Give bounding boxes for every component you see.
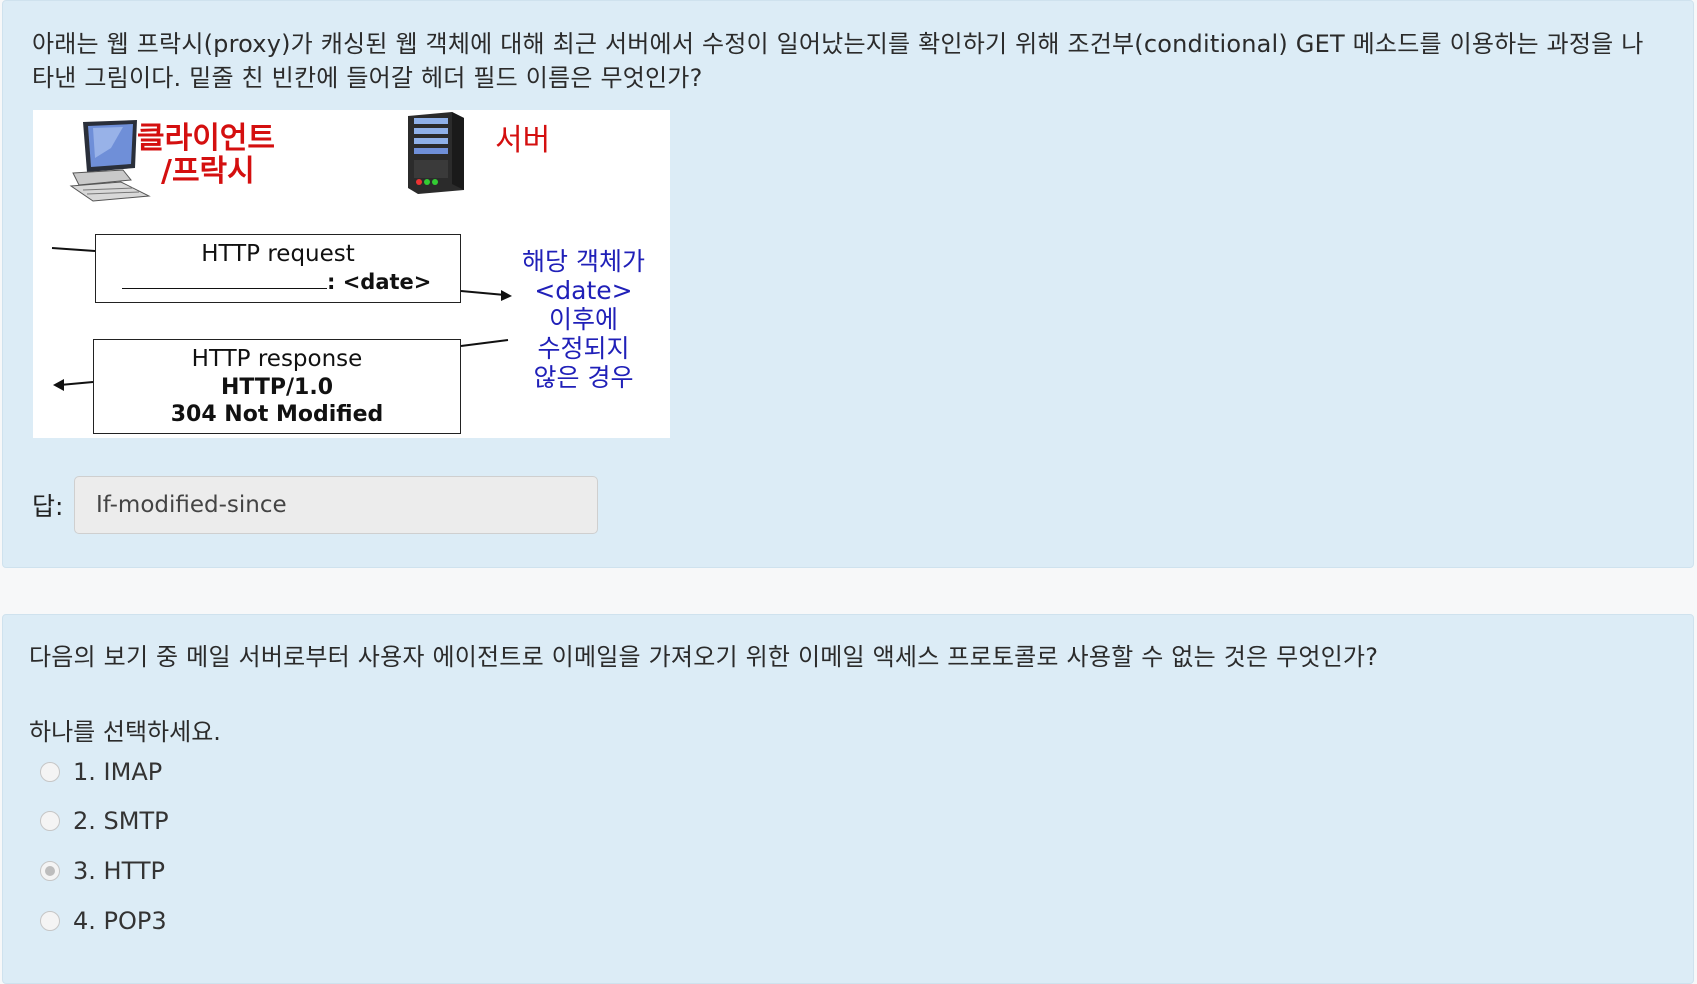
blank-underline [122, 270, 327, 289]
request-header-line: : <date> [96, 269, 460, 295]
option-2[interactable]: 2. SMTP [40, 801, 169, 841]
option-1-radio[interactable] [40, 762, 60, 782]
conditional-get-figure: 클라이언트 /프락시 서버 HTTP request: <date> HTTP… [33, 110, 670, 438]
option-3[interactable]: 3. HTTP [40, 851, 165, 891]
http-response-box: HTTP response HTTP/1.0 304 Not Modified [93, 339, 461, 434]
response-version: HTTP/1.0 [220, 375, 334, 400]
option-4[interactable]: 4. POP3 [40, 901, 167, 941]
answer-input[interactable] [74, 476, 598, 534]
note-line-4: 수정되지 [537, 334, 630, 363]
note-line-5: 않은 경우 [533, 363, 634, 392]
request-date-suffix: : <date> [327, 270, 432, 294]
condition-note: 해당 객체가 <date> 이후에 수정되지 않은 경우 [501, 247, 666, 392]
option-4-label[interactable]: 4. POP3 [73, 907, 167, 935]
response-status: 304 Not Modified [170, 402, 384, 427]
http-request-box: HTTP request : <date> [95, 234, 461, 303]
option-3-radio[interactable] [40, 861, 60, 881]
option-1[interactable]: 1. IMAP [40, 752, 162, 792]
question-1-panel: 아래는 웹 프락시(proxy)가 캐싱된 웹 객체에 대해 최근 서버에서 수… [2, 0, 1694, 568]
response-title: HTTP response [191, 346, 363, 372]
request-title: HTTP request [201, 241, 355, 267]
question-2-text: 다음의 보기 중 메일 서버로부터 사용자 에이전트로 이메일을 가져오기 위한… [29, 643, 1379, 671]
option-4-radio[interactable] [40, 911, 60, 931]
option-3-label[interactable]: 3. HTTP [73, 857, 165, 885]
option-2-radio[interactable] [40, 811, 60, 831]
option-2-label[interactable]: 2. SMTP [73, 807, 169, 835]
note-line-2: <date> [534, 276, 633, 305]
note-line-1: 해당 객체가 [522, 247, 645, 276]
question-1-text: 아래는 웹 프락시(proxy)가 캐싱된 웹 객체에 대해 최근 서버에서 수… [32, 30, 1644, 92]
option-1-label[interactable]: 1. IMAP [73, 758, 162, 786]
note-line-3: 이후에 [548, 305, 618, 334]
answer-label: 답: [32, 492, 64, 521]
select-hint: 하나를 선택하세요. [29, 718, 221, 746]
